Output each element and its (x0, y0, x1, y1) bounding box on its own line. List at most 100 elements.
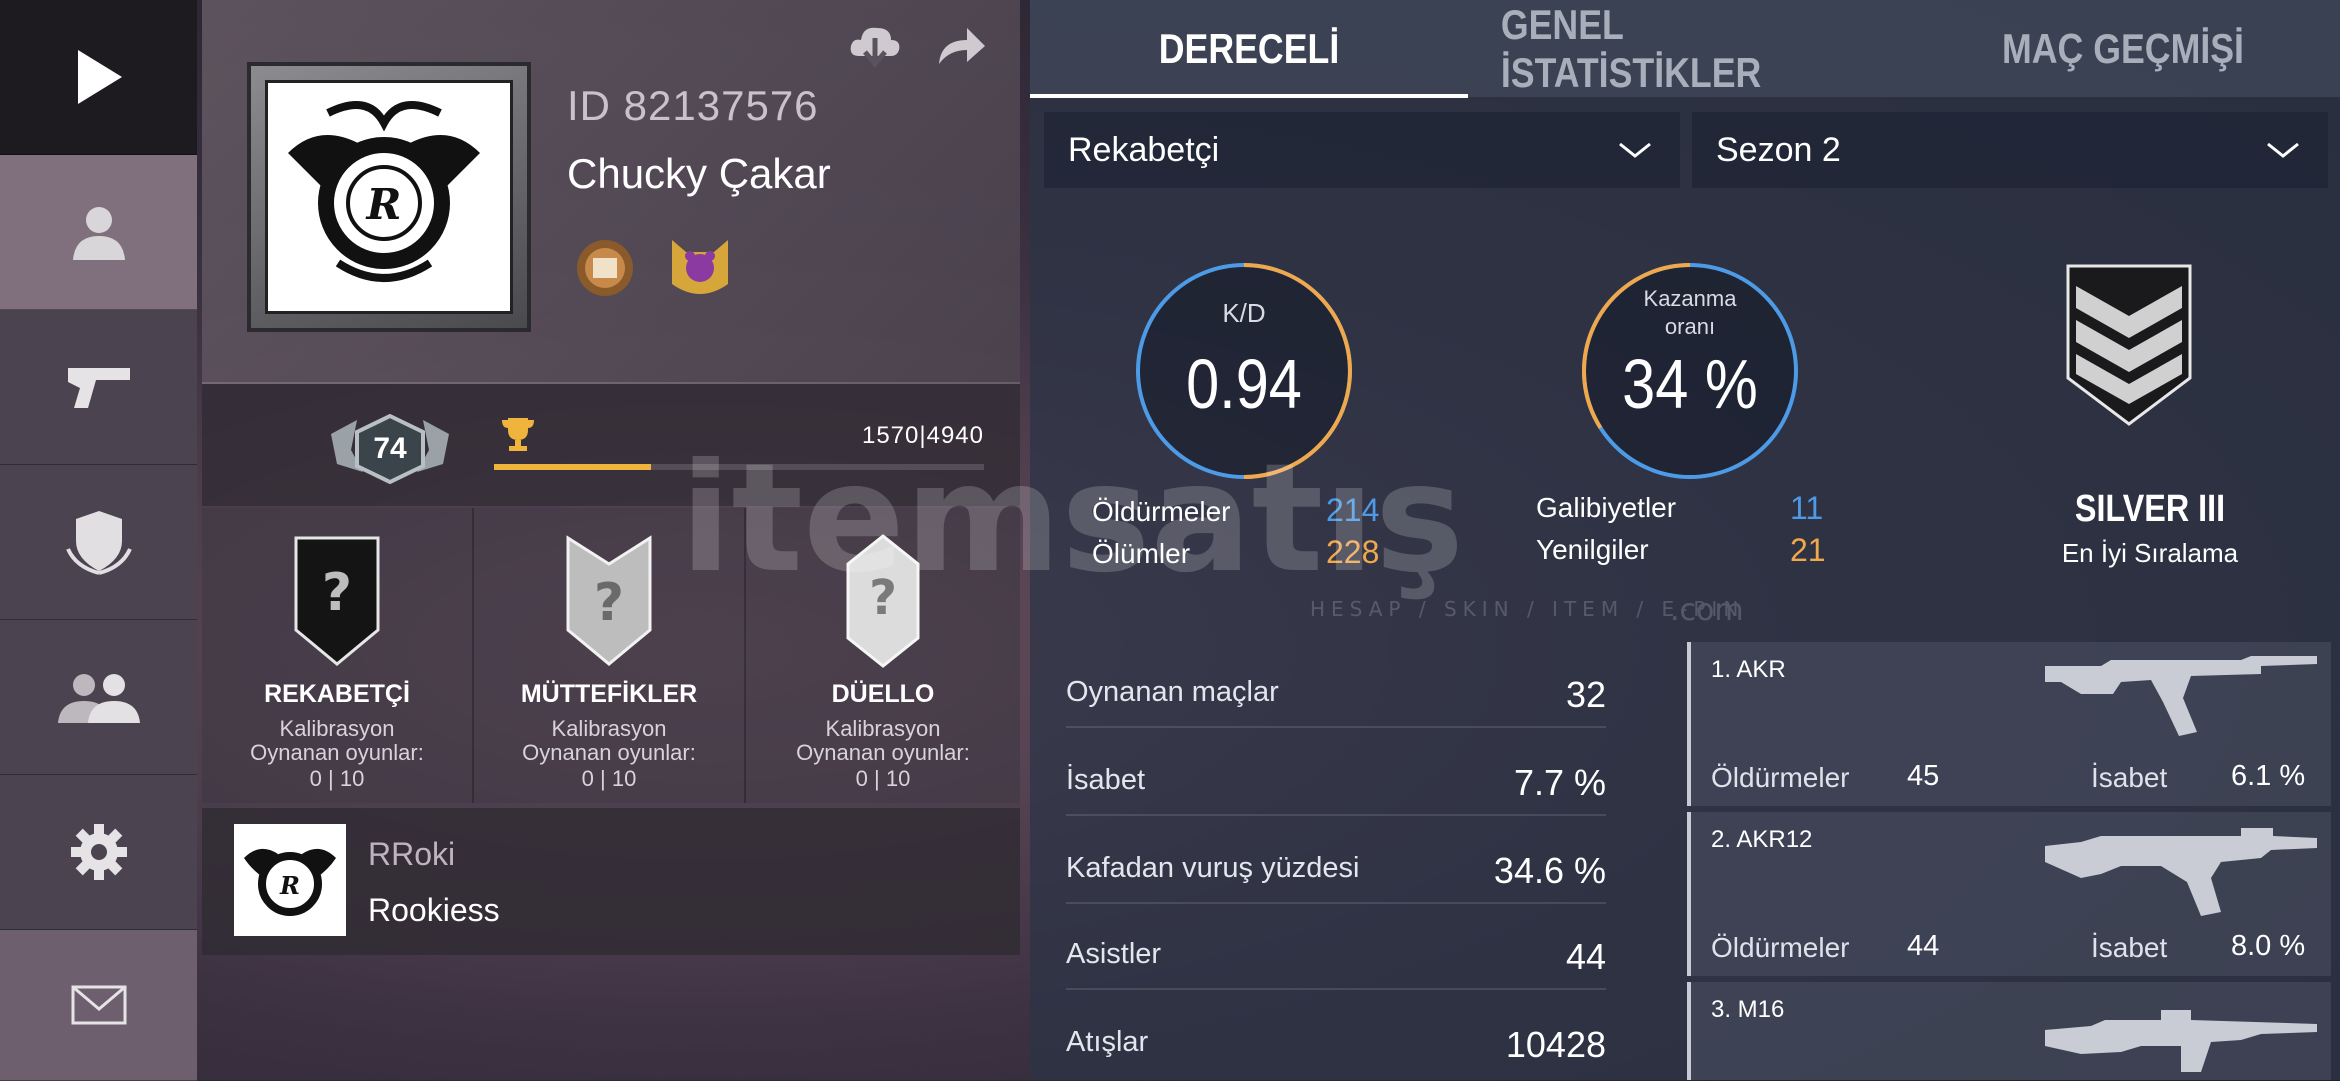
winrate-value: 34 % (1622, 345, 1758, 423)
rifle-akr-icon (2045, 656, 2317, 736)
weapon-card[interactable]: 2. AKR12 Öldürmeler 44 İsabet 8.0 % (1687, 812, 2331, 976)
xp-progress-fill (494, 464, 651, 470)
mode-dropdown[interactable]: Rekabetçi (1044, 112, 1680, 188)
mode-status: Kalibrasyon (279, 716, 395, 741)
mode-title: DÜELLO (831, 680, 935, 708)
mode-title: REKABETÇİ (264, 680, 410, 708)
clan-card[interactable]: R RRoki Rookiess (202, 808, 1020, 955)
row-value: 7.7 % (1513, 762, 1606, 803)
weapon-accuracy-value: 8.0 % (2231, 930, 2306, 962)
weapon-accuracy-label: İsabet (2091, 762, 2168, 793)
tab-match-history[interactable]: MAÇ GEÇMİŞİ (1939, 0, 2308, 97)
user-icon (72, 207, 125, 260)
watermark-brand: itemsatış (680, 440, 1464, 606)
mode-title: MÜTTEFİKLER (520, 680, 698, 708)
mode-games-count: 0 | 10 (581, 766, 637, 791)
rifle-akr12-icon (2045, 828, 2317, 916)
best-rank-name: SILVER III (2074, 488, 2226, 530)
gear-icon (70, 824, 127, 880)
row-label: İsabet (1066, 764, 1145, 796)
row-value: 10428 (1505, 1024, 1606, 1065)
weapon-name: 1. AKR (1711, 656, 1786, 683)
weapon-accuracy-value: 6.1 % (2231, 760, 2306, 792)
nav-clan[interactable] (0, 465, 197, 620)
weapon-card[interactable]: 1. AKR Öldürmeler 45 İsabet 6.1 % (1687, 642, 2331, 806)
table-row: Asistler 44 (1066, 902, 1606, 990)
mode-games-label: Oynanan oyunlar: (250, 740, 424, 765)
svg-text:R: R (366, 180, 402, 229)
clan-name: Rookiess (368, 892, 500, 928)
clan-logo: R (234, 824, 346, 936)
nav-messages[interactable] (0, 930, 197, 1081)
mode-games-count: 0 | 10 (309, 766, 365, 791)
mode-games-label: Oynanan oyunlar: (522, 740, 696, 765)
best-rank-label: En İyi Sıralama (2061, 538, 2239, 568)
mode-status: Kalibrasyon (825, 716, 941, 741)
weapon-name: 3. M16 (1711, 996, 1785, 1023)
nav-profile[interactable] (0, 155, 197, 310)
clan-tag: RRoki (368, 836, 456, 872)
clan-dragon-icon: R (244, 848, 336, 916)
stats-tabs: DERECELİ GENEL İSTATİSTİKLER MAÇ GEÇMİŞİ (1030, 0, 2340, 98)
watermark: itemsatış HESAP / SKIN / ITEM / E-PIN .c… (680, 440, 1744, 628)
losses-value: 21 (1790, 532, 1826, 568)
row-label: Oynanan maçlar (1066, 676, 1279, 708)
weapon-card[interactable]: 3. M16 (1687, 982, 2331, 1080)
weapon-kills-label: Öldürmeler (1711, 932, 1850, 963)
chevron-down-icon (1619, 142, 1651, 158)
winrate-label-1: Kazanma (1643, 286, 1737, 311)
side-nav (0, 0, 197, 1081)
row-value: 44 (1565, 936, 1606, 977)
weapon-name: 2. AKR12 (1711, 826, 1813, 853)
watermark-domain: .com (1670, 593, 1744, 628)
row-label: Atışlar (1066, 1026, 1149, 1058)
player-id: ID 82137576 (567, 82, 819, 129)
kd-value: 0.94 (1186, 345, 1302, 423)
play-icon (77, 50, 122, 104)
mode-competitive[interactable]: ? REKABETÇİ Kalibrasyon Oynanan oyunlar:… (202, 508, 474, 803)
winrate-label-2: oranı (1664, 314, 1716, 339)
share-icon[interactable] (937, 26, 987, 66)
silver-rank-icon (2066, 264, 2192, 426)
table-row: Oynanan maçlar 32 (1066, 640, 1606, 728)
shield-icon (65, 511, 132, 575)
weapon-kills-label: Öldürmeler (1711, 762, 1850, 793)
row-value: 32 (1565, 674, 1606, 715)
mail-icon (71, 985, 126, 1025)
dragon-emblem-icon: R (288, 101, 480, 282)
nav-play[interactable] (0, 0, 197, 155)
svg-text:?: ? (594, 573, 624, 633)
unranked-dark-icon: ? (294, 536, 380, 666)
avatar[interactable]: R (247, 62, 531, 332)
profile-header: R ID 82137576 Chucky Çakar (202, 0, 1020, 384)
nav-weapons[interactable] (0, 310, 197, 465)
trophy-icon (502, 418, 534, 451)
chevron-down-icon (2267, 142, 2299, 158)
paw-badge-icon[interactable] (662, 232, 738, 302)
season-dropdown[interactable]: Sezon 2 (1692, 112, 2328, 188)
tab-general-stats[interactable]: GENEL İSTATİSTİKLER (1501, 0, 1873, 97)
friends-icon (57, 674, 140, 723)
active-tab-indicator (1030, 94, 1468, 98)
mode-dropdown-value: Rekabetçi (1068, 130, 1220, 169)
mode-games-label: Oynanan oyunlar: (796, 740, 970, 765)
row-value: 34.6 % (1493, 850, 1606, 891)
svg-text:R: R (279, 871, 300, 900)
cloud-download-icon[interactable] (847, 22, 903, 70)
player-name: Chucky Çakar (567, 150, 831, 197)
nav-settings[interactable] (0, 775, 197, 930)
season-dropdown-value: Sezon 2 (1716, 130, 1841, 169)
award-badge-icon[interactable] (567, 232, 643, 302)
weapon-accuracy-label: İsabet (2091, 932, 2168, 963)
table-row: İsabet 7.7 % (1066, 728, 1606, 816)
mode-games-count: 0 | 10 (855, 766, 911, 791)
svg-text:?: ? (322, 563, 352, 623)
row-label: Asistler (1066, 938, 1162, 970)
tab-ranked[interactable]: DERECELİ (1063, 0, 1435, 97)
row-label: Kafadan vuruş yüzdesi (1066, 852, 1360, 884)
weapon-kills-value: 45 (1907, 760, 1940, 792)
table-row: Kafadan vuruş yüzdesi 34.6 % (1066, 816, 1606, 904)
rifle-m16-icon (2045, 1010, 2317, 1072)
kd-label: K/D (1222, 298, 1266, 328)
nav-friends[interactable] (0, 620, 197, 775)
